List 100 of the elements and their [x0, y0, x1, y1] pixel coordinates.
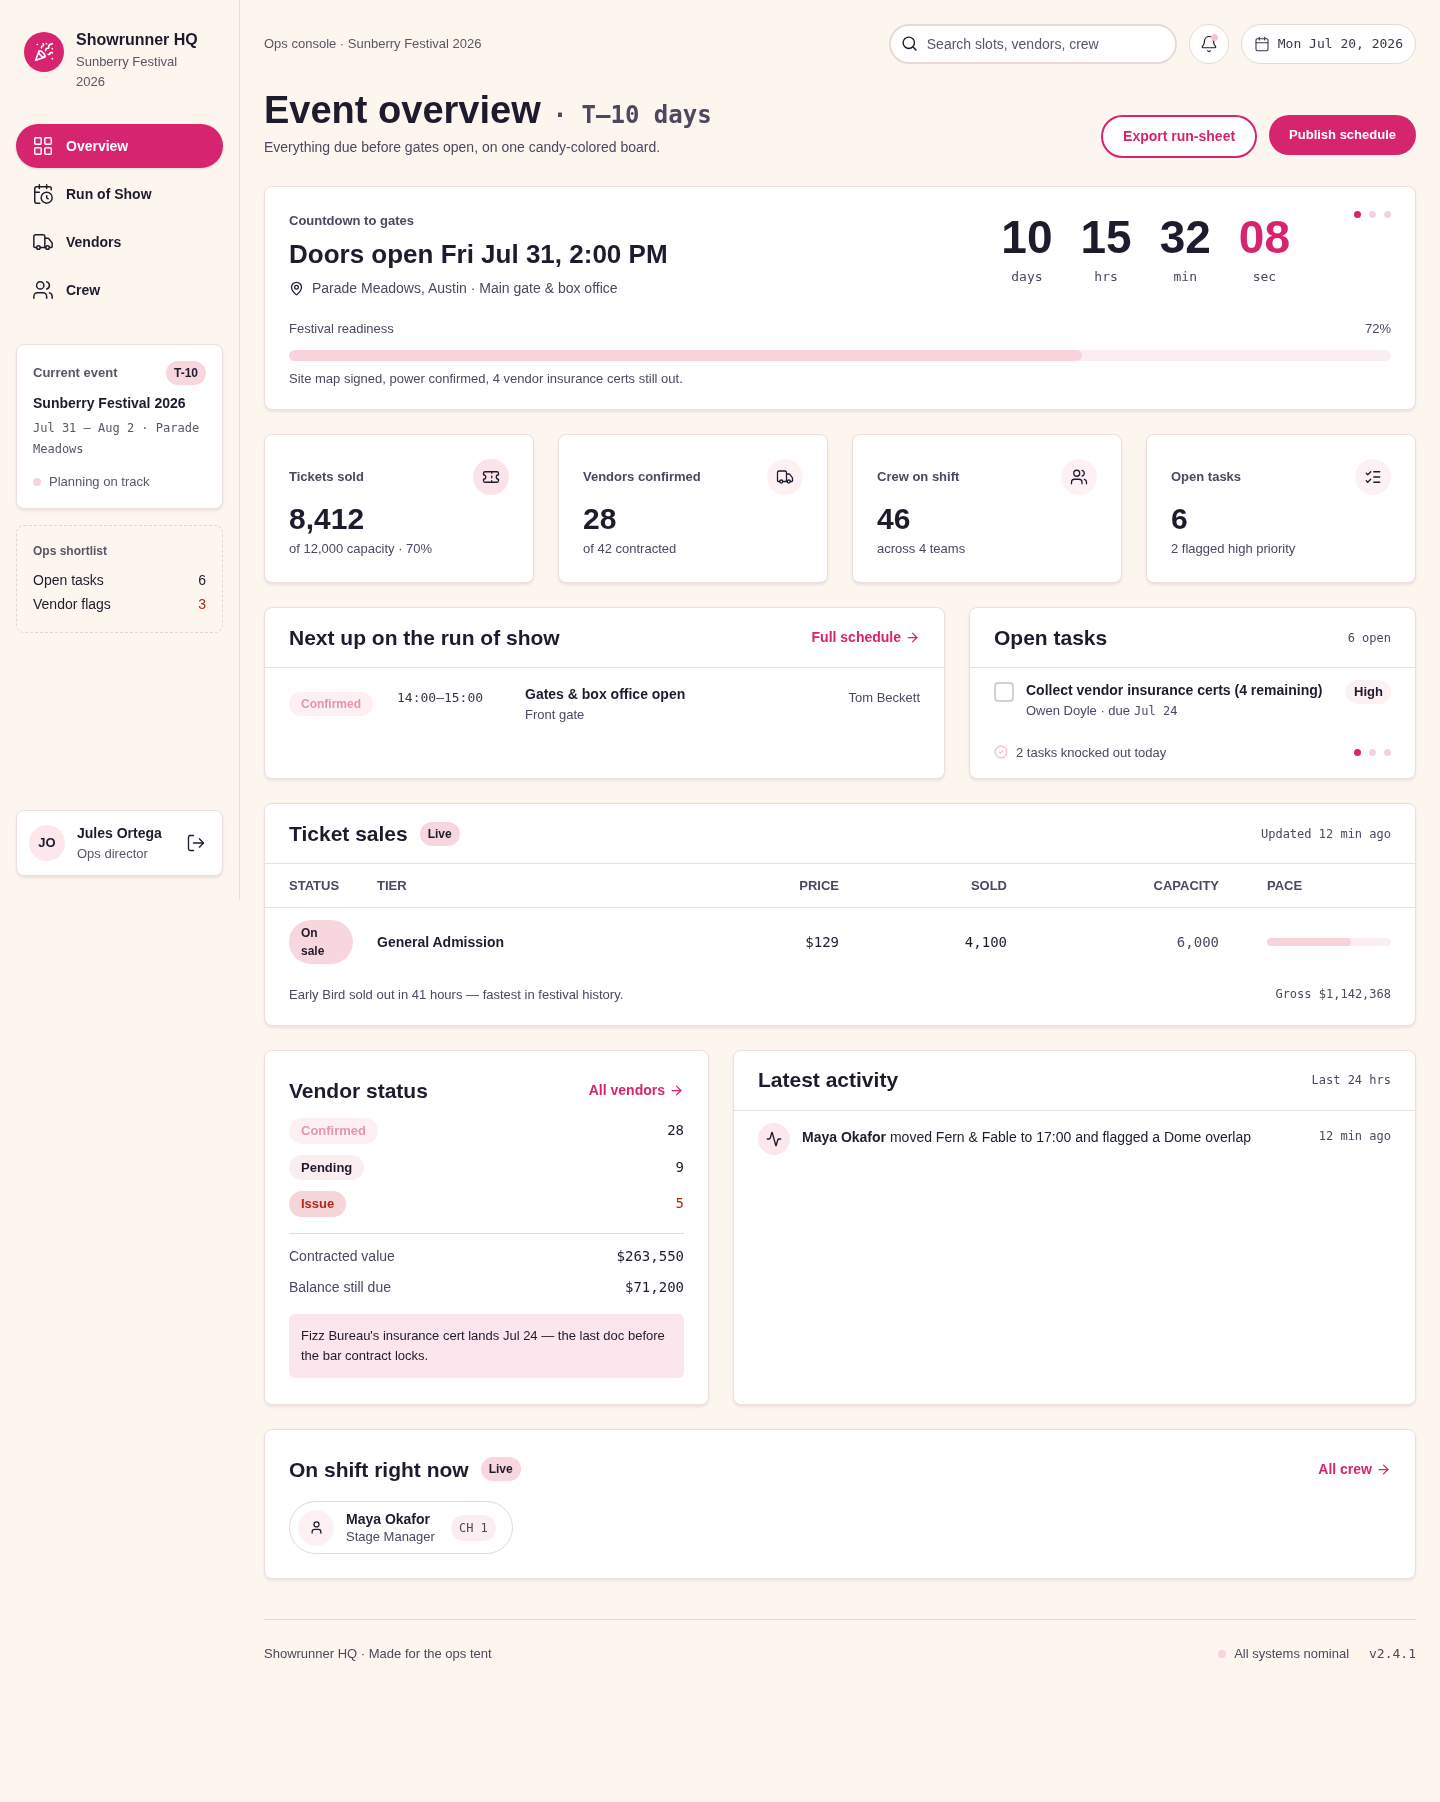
action-button[interactable]: Export run-sheet: [1101, 115, 1258, 158]
updated-time: Updated 12 min ago: [1260, 825, 1391, 843]
slot-place: Front gate: [525, 706, 586, 724]
task-owner: Owen Doyle · due: [1026, 702, 1131, 720]
page-subtitle: Everything due before gates open, on one candy-colored board.: [264, 138, 662, 157]
countdown-unit: hrs: [1094, 268, 1118, 286]
vendor-note: Fizz Bureau's insurance cert lands Jul 24 — the last doc before the bar contract locks.: [289, 1313, 684, 1378]
crew-role: Stage Manager: [346, 1528, 435, 1545]
nav-item[interactable]: Overview: [16, 124, 223, 168]
page-title: Event overview: [264, 88, 541, 132]
table-cell: 6,000: [1007, 907, 1219, 977]
nav-item[interactable]: Vendors: [16, 220, 223, 264]
countdown-unit: min: [1173, 268, 1197, 286]
card-label: Current event: [33, 364, 118, 383]
nav-icon: [32, 135, 54, 157]
vendor-count: 5: [675, 1194, 684, 1214]
section-title: On shift right now: [289, 1456, 469, 1483]
person-icon: [298, 1509, 334, 1546]
channel-badge: CH 1: [450, 1514, 496, 1541]
section-title: Open tasks: [994, 624, 1108, 651]
table-cell: General Admission: [377, 907, 719, 977]
section-link[interactable]: All crew: [1318, 1458, 1391, 1480]
doors-open-title: Doors open Fri Jul 31, 2:00 PM: [289, 237, 668, 271]
arrow-icon: [905, 630, 920, 645]
card-label: Countdown to gates: [289, 212, 415, 230]
sales-note: Early Bird sold out in 41 hours — fastest in festival history.: [289, 986, 624, 1004]
column-header: SOLD: [839, 864, 1007, 907]
table-cell: 4,100: [839, 907, 1007, 977]
priority-badge: High: [1346, 680, 1391, 704]
calendar-icon: [1253, 36, 1270, 52]
app-version: v2.4.1: [1369, 1645, 1416, 1663]
nav-icon: [32, 183, 54, 205]
countdown-tag: · T–10 days: [552, 97, 712, 133]
stat-note: of 12,000 capacity · 70%: [289, 539, 434, 558]
brand-name: Showrunner HQ: [76, 30, 198, 50]
countdown-badge: T-10: [166, 361, 206, 385]
stat-note: of 42 contracted: [583, 539, 678, 558]
notifications-button[interactable]: [1188, 24, 1229, 64]
arrow-icon: [1376, 1461, 1391, 1477]
stat-value: 6: [1171, 500, 1189, 537]
column-header: CAPACITY: [1007, 864, 1219, 907]
activity-icon: [758, 1122, 790, 1155]
stat-value: 28: [583, 500, 618, 537]
shortlist-label: Open tasks: [33, 570, 104, 590]
activity-time: 12 min ago: [1318, 1127, 1391, 1145]
section-link[interactable]: Full schedule: [811, 627, 920, 648]
shortlist-label: Vendor flags: [33, 594, 111, 614]
crew-name: Maya Okafor: [346, 1510, 432, 1528]
activity-range: Last 24 hrs: [1311, 1072, 1391, 1089]
total-label: Balance still due: [289, 1277, 391, 1297]
readiness-label: Festival readiness: [289, 319, 394, 338]
user-name: Jules Ortega: [77, 823, 163, 843]
countdown-value: 15: [1080, 211, 1132, 263]
check-circle-icon: [994, 745, 1008, 760]
column-header: PACE: [1219, 864, 1415, 907]
brand-subtitle: Sunberry Festival 2026: [76, 53, 179, 91]
search-field[interactable]: Search slots, vendors, crew: [888, 24, 1177, 64]
system-status: All systems nominal: [1234, 1645, 1350, 1663]
section-title: Latest activity: [758, 1067, 899, 1094]
table-cell: $129: [719, 907, 839, 977]
nav-item[interactable]: Crew: [16, 268, 223, 312]
live-badge: Live: [419, 821, 460, 846]
section-title: Next up on the run of show: [289, 624, 560, 651]
status-pill: On sale: [289, 920, 353, 965]
panel-title: Ops shortlist: [33, 542, 108, 560]
party-popper-logo-icon: [24, 32, 64, 72]
event-name: Sunberry Festival 2026: [33, 394, 187, 413]
stat-label: Crew on shift: [877, 467, 960, 486]
nav-icon: [32, 279, 54, 301]
stat-value: 8,412: [289, 500, 366, 537]
status-pill: Issue: [289, 1191, 347, 1217]
countdown-value: 32: [1159, 211, 1211, 263]
slot-name: Gates & box office open: [525, 685, 687, 704]
stat-label: Tickets sold: [289, 467, 364, 486]
event-status: Planning on track: [49, 473, 150, 491]
nav-item[interactable]: Run of Show: [16, 172, 223, 216]
gross-total: Gross $1,142,368: [1275, 986, 1391, 1003]
section-link[interactable]: All vendors: [588, 1079, 684, 1101]
activity-text: Maya Okafor moved Fern & Fable to 17:00 and flagged a Dome overlap: [802, 1127, 1253, 1147]
column-header: TIER: [377, 864, 719, 907]
stat-note: 2 flagged high priority: [1171, 539, 1297, 558]
stat-label: Open tasks: [1171, 467, 1242, 486]
event-location: Parade Meadows, Austin · Main gate & box office: [312, 278, 618, 298]
breadcrumb: Ops console · Sunberry Festival 2026: [264, 35, 482, 54]
task-checkbox[interactable]: [994, 682, 1014, 702]
total-value: $263,550: [616, 1246, 684, 1266]
stat-label: Vendors confirmed: [583, 467, 701, 486]
column-header: STATUS: [265, 864, 377, 907]
date-picker[interactable]: Mon Jul 20, 2026: [1240, 24, 1416, 64]
action-button[interactable]: Publish schedule: [1269, 115, 1416, 155]
task-due: Jul 24: [1134, 703, 1178, 720]
task-count: 6 open: [1347, 629, 1391, 647]
search-icon: [900, 35, 918, 52]
stat-icon: [1061, 458, 1097, 495]
total-label: Contracted value: [289, 1246, 395, 1266]
arrow-icon: [669, 1082, 684, 1098]
footer-text: Showrunner HQ · Made for the ops tent: [264, 1645, 492, 1663]
slot-owner: Tom Beckett: [848, 689, 920, 707]
nav-icon: [32, 231, 54, 253]
vendor-count: 9: [675, 1157, 684, 1177]
